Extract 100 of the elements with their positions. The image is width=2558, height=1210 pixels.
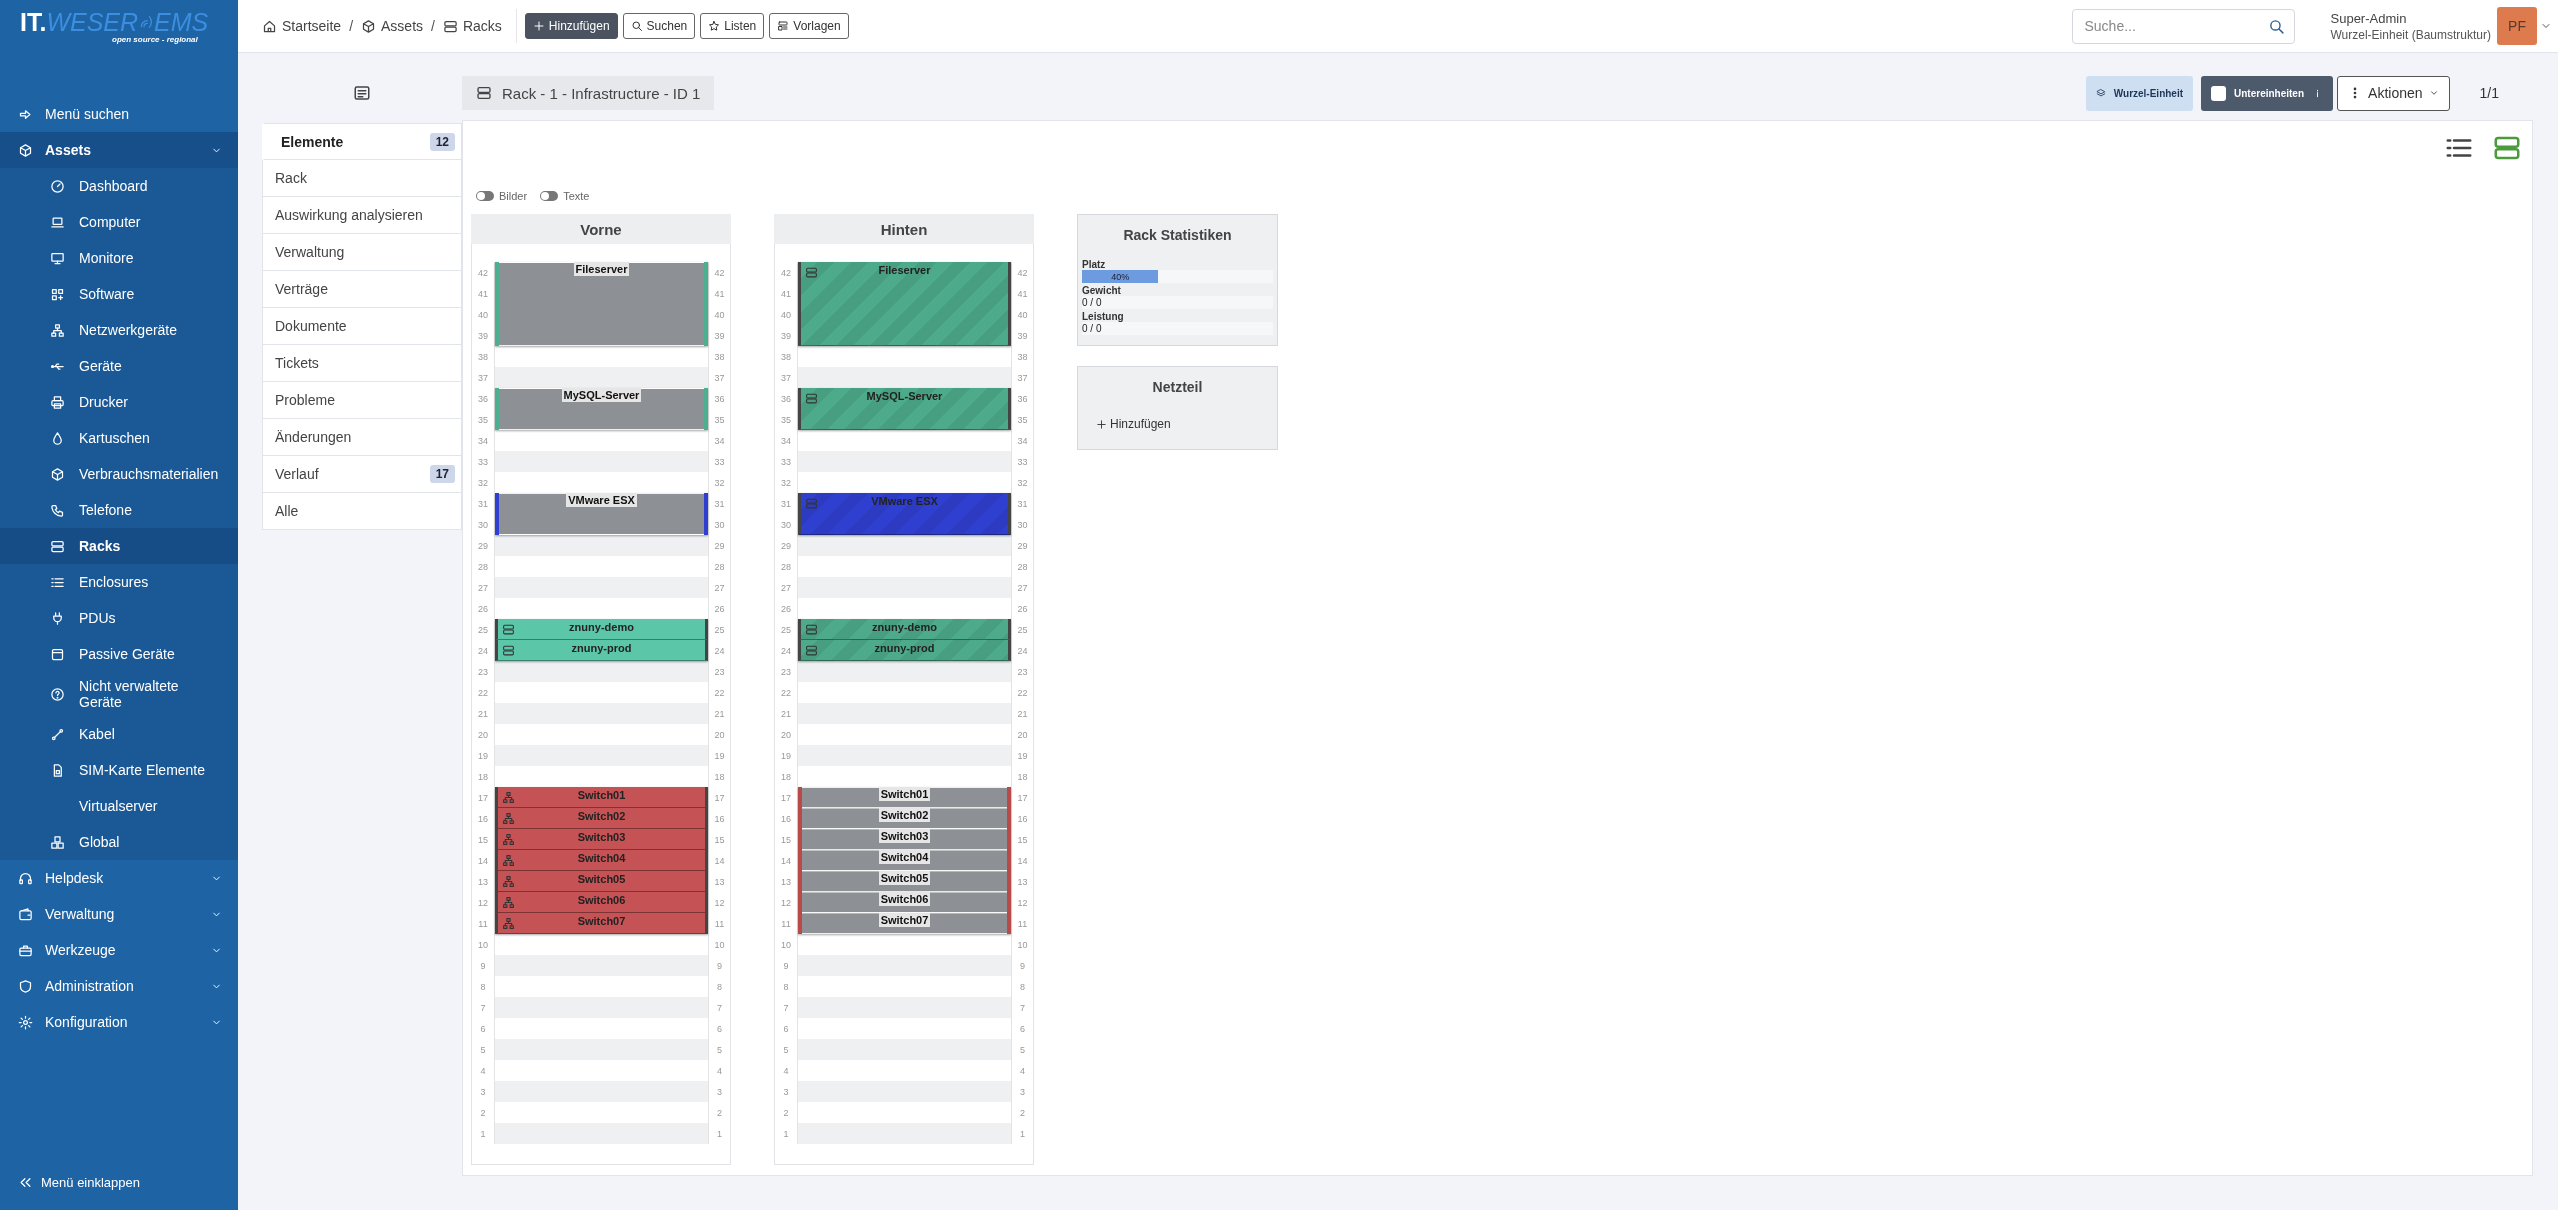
rack-device[interactable]: VMware ESX	[495, 493, 708, 535]
sidebar-item[interactable]: Computer	[0, 204, 238, 240]
subunits-label: Untereinheiten	[2234, 87, 2305, 99]
sidebar-item[interactable]: Enclosures	[0, 564, 238, 600]
unit-number: 27	[708, 577, 730, 598]
unit-number: 3	[1011, 1081, 1033, 1102]
sidebar-item[interactable]: PDUs	[0, 600, 238, 636]
unit-number: 42	[472, 262, 495, 283]
tab[interactable]: Verträge	[262, 271, 462, 308]
sidebar-item[interactable]: Passive Geräte	[0, 636, 238, 672]
header-button[interactable]: Vorlagen	[769, 13, 849, 39]
header-button[interactable]: Listen	[700, 13, 765, 39]
sidebar-item[interactable]: Werkzeuge	[0, 932, 238, 968]
sidebar-item[interactable]: Monitore	[0, 240, 238, 276]
toggle-switch[interactable]	[476, 191, 494, 201]
tab[interactable]: Dokumente	[262, 308, 462, 345]
tab-label: Verwaltung	[275, 244, 346, 260]
sidebar-item[interactable]: Racks	[0, 528, 238, 564]
tab[interactable]: Tickets	[262, 345, 462, 382]
tab[interactable]: Verlauf 17	[262, 456, 462, 493]
sidebar-item[interactable]: Software	[0, 276, 238, 312]
sidebar-item[interactable]: Virtualserver	[0, 788, 238, 824]
sidebar-item[interactable]: Assets	[0, 132, 238, 168]
unit-number: 6	[708, 1018, 730, 1039]
rack-device[interactable]: Switch01	[798, 787, 1011, 808]
menu-search-link[interactable]: Menü suchen	[0, 96, 238, 132]
sidebar-item[interactable]: Dashboard	[0, 168, 238, 204]
header-button[interactable]: Hinzufügen	[524, 13, 618, 39]
unit-number: 17	[775, 787, 798, 808]
sidebar-item[interactable]: Verbrauchsmaterialien	[0, 456, 238, 492]
rack-device[interactable]: Fileserver	[495, 262, 708, 346]
device-name: znuny-prod	[571, 641, 632, 655]
search-icon[interactable]	[2267, 17, 2285, 35]
unit-number: 7	[708, 997, 730, 1018]
rack-device[interactable]: znuny-prod	[495, 640, 708, 661]
rack-device[interactable]: Switch03	[798, 829, 1011, 850]
tab[interactable]: Verwaltung	[262, 234, 462, 271]
tab[interactable]: Elemente 12	[262, 123, 462, 160]
unit-number: 21	[1011, 703, 1033, 724]
sidebar-item[interactable]: Nicht verwaltete Geräte	[0, 672, 238, 716]
details-icon[interactable]	[353, 84, 371, 102]
unit-number: 34	[1011, 430, 1033, 451]
sidebar-item[interactable]: Netzwerkgeräte	[0, 312, 238, 348]
sidebar-item[interactable]: Drucker	[0, 384, 238, 420]
sidebar-item[interactable]: Kabel	[0, 716, 238, 752]
unit-number: 16	[1011, 808, 1033, 829]
tab[interactable]: Auswirkung analysieren	[262, 197, 462, 234]
rack-device[interactable]: Switch02	[798, 808, 1011, 829]
tab[interactable]: Rack	[262, 160, 462, 197]
add-link[interactable]: Hinzufügen	[1096, 417, 1273, 431]
rack-device[interactable]: znuny-demo	[798, 619, 1011, 640]
sidebar-item[interactable]: Global	[0, 824, 238, 860]
rack-device[interactable]: Switch03	[495, 829, 708, 850]
rack-device[interactable]: Switch06	[495, 892, 708, 913]
rack-device[interactable]: Switch04	[798, 850, 1011, 871]
search-field[interactable]: Suche...	[2071, 8, 2295, 44]
breadcrumb-link[interactable]: Startseite	[262, 18, 342, 34]
user-name: Super-Admin	[2330, 10, 2408, 26]
rack-device[interactable]: MySQL-Server	[798, 388, 1011, 430]
unit-number: 38	[708, 346, 730, 367]
tab[interactable]: Änderungen	[262, 419, 462, 456]
rack-device[interactable]: Switch04	[495, 850, 708, 871]
rack-device[interactable]: Switch07	[798, 913, 1011, 934]
checkbox[interactable]	[2211, 85, 2227, 101]
sidebar-label: Konfiguration	[45, 1014, 129, 1030]
breadcrumb-link[interactable]: Racks	[442, 18, 502, 34]
rack-device[interactable]: Switch01	[495, 787, 708, 808]
sidebar-item[interactable]: Konfiguration	[0, 1004, 238, 1040]
toggle-switch[interactable]	[540, 191, 559, 201]
unit-number: 38	[1011, 346, 1033, 367]
sidebar-item[interactable]: Verwaltung	[0, 896, 238, 932]
rack-device[interactable]: Switch07	[495, 913, 708, 934]
rack-device[interactable]: Switch02	[495, 808, 708, 829]
rack-title[interactable]: Rack - 1 - Infrastructure - ID 1	[462, 76, 715, 110]
rack-device[interactable]: znuny-prod	[798, 640, 1011, 661]
unit-number: 34	[708, 430, 730, 451]
unit-number: 39	[472, 325, 495, 346]
rack-device[interactable]: Switch06	[798, 892, 1011, 913]
unit-number: 8	[708, 976, 730, 997]
subunits-button[interactable]: Untereinheiten	[2201, 75, 2334, 111]
sidebar-item[interactable]: Kartuschen	[0, 420, 238, 456]
sidebar-item[interactable]: Geräte	[0, 348, 238, 384]
collapse-menu-button[interactable]: Menü einklappen	[0, 1164, 238, 1200]
sidebar-item[interactable]: Helpdesk	[0, 860, 238, 896]
rack-device[interactable]: Switch05	[798, 871, 1011, 892]
actions-button[interactable]: Aktionen	[2337, 75, 2450, 111]
rack-device[interactable]: Fileserver	[798, 262, 1011, 346]
sidebar-item[interactable]: SIM-Karte Elemente	[0, 752, 238, 788]
unit-number: 23	[1011, 661, 1033, 682]
rack-device[interactable]: MySQL-Server	[495, 388, 708, 430]
rack-device[interactable]: znuny-demo	[495, 619, 708, 640]
tab[interactable]: Alle	[262, 493, 462, 530]
unit-number: 2	[708, 1102, 730, 1123]
sidebar-item[interactable]: Administration	[0, 968, 238, 1004]
entity-button[interactable]: Wurzel-Einheit	[2085, 75, 2194, 111]
header-button[interactable]: Suchen	[622, 13, 696, 39]
rack-device[interactable]: Switch05	[495, 871, 708, 892]
tab[interactable]: Probleme	[262, 382, 462, 419]
breadcrumb-link[interactable]: Assets	[361, 18, 424, 34]
sidebar-item[interactable]: Telefone	[0, 492, 238, 528]
